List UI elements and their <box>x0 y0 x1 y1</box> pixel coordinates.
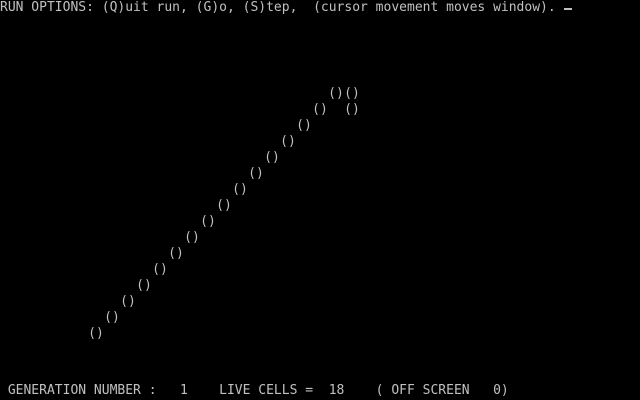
live-cell: () <box>168 246 184 261</box>
live-cell: () <box>296 118 312 133</box>
live-cell: () <box>152 262 168 277</box>
live-cell: () <box>328 86 344 101</box>
live-cell: () <box>344 102 360 117</box>
status-bar: GENERATION NUMBER : 1 LIVE CELLS = 18 ( … <box>0 383 509 399</box>
live-cell: () <box>120 294 136 309</box>
live-cell: () <box>104 310 120 325</box>
terminal-screen: RUN OPTIONS: (Q)uit run, (G)o, (S)tep, (… <box>0 0 640 400</box>
live-cell: () <box>344 86 360 101</box>
live-cell: () <box>264 150 280 165</box>
status-text: GENERATION NUMBER : 1 LIVE CELLS = 18 ( … <box>0 383 509 398</box>
live-cell: () <box>200 214 216 229</box>
live-cell: () <box>184 230 200 245</box>
live-cell: () <box>280 134 296 149</box>
live-cell: () <box>232 182 248 197</box>
live-cell: () <box>136 278 152 293</box>
life-board[interactable]: ()()()()()()()()()()()()()()()()()() <box>0 0 640 400</box>
live-cell: () <box>312 102 328 117</box>
live-cell: () <box>216 198 232 213</box>
live-cell: () <box>88 326 104 341</box>
live-cell: () <box>248 166 264 181</box>
